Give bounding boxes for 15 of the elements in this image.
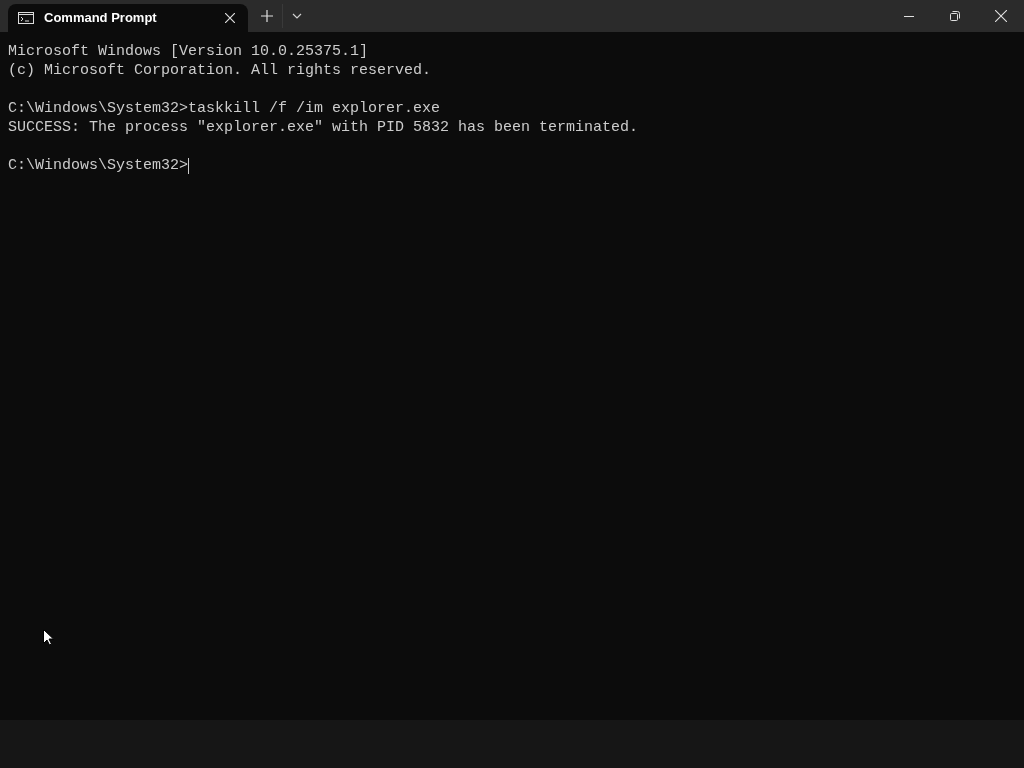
tab-title: Command Prompt (44, 9, 158, 28)
close-icon (225, 13, 235, 23)
plus-icon (261, 10, 273, 22)
console-line: (c) Microsoft Corporation. All rights reserved. (8, 61, 432, 80)
console-icon (18, 12, 34, 24)
restore-icon (950, 11, 960, 21)
console-line: C:\Windows\System32> (8, 156, 189, 175)
mouse-pointer-icon (43, 629, 54, 646)
chevron-down-icon (291, 13, 302, 19)
console-line: Microsoft Windows [Version 10.0.25375.1] (8, 42, 369, 61)
console-line: C:\Windows\System32>taskkill /f /im explorer.exe (8, 99, 441, 118)
minimize-icon (904, 15, 914, 17)
console-line: SUCCESS: The process "explorer.exe" with PID 5832 has been terminated. (8, 118, 639, 137)
tab[interactable]: Command Prompt (8, 4, 248, 32)
close-icon (995, 10, 1007, 22)
